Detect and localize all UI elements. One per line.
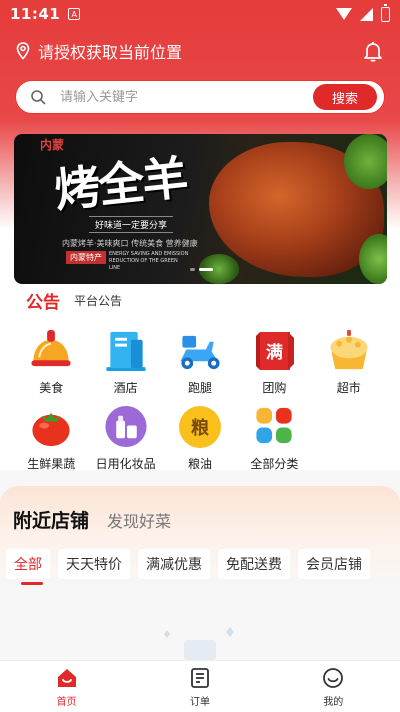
search-icon — [31, 90, 46, 105]
grain-oil-glyph: 粮 — [190, 417, 209, 439]
location-prompt[interactable]: 请授权获取当前位置 — [38, 39, 182, 63]
banner-slogan: 好味道一定要分享 — [89, 216, 174, 233]
notification-icon: A — [68, 8, 81, 20]
category-grid: 美食 酒店 跑腿 满 团购 超市 生鲜果蔬 日用化妆品 粮 粮油 全部分类 — [14, 328, 386, 472]
banner-seal: 内蒙特产 — [66, 251, 106, 264]
tab-label: 我的 — [323, 697, 344, 708]
cosmetics-icon — [105, 405, 147, 448]
tab-home[interactable]: 首页 — [0, 661, 133, 712]
nearby-tabs: 附近店铺 发现好菜 — [13, 506, 171, 533]
location-pin-icon[interactable] — [16, 42, 30, 60]
store-filter-row: 全部 天天特价 满减优惠 免配送费 会员店铺 — [6, 549, 370, 585]
grain-oil-icon: 粮 — [176, 404, 224, 449]
tab-nearby-stores[interactable]: 附近店铺 — [13, 506, 89, 533]
category-hotel[interactable]: 酒店 — [88, 328, 162, 396]
hotel-icon — [106, 331, 146, 372]
wifi-icon — [336, 8, 352, 20]
banner-dot-active[interactable] — [199, 268, 213, 271]
category-fresh-produce[interactable]: 生鲜果蔬 — [14, 404, 88, 472]
profile-icon — [323, 668, 344, 688]
category-group-buy[interactable]: 满 团购 — [237, 328, 311, 396]
empty-state-illustration — [164, 627, 234, 660]
search-bar: 搜索 — [15, 80, 385, 114]
status-icons — [336, 3, 390, 22]
status-bar: 11:41 A — [0, 0, 400, 28]
filter-all[interactable]: 全部 — [6, 549, 50, 585]
order-icon — [191, 668, 209, 688]
status-time: 11:41 — [10, 5, 61, 23]
category-label: 超市 — [336, 381, 361, 395]
notice-bar[interactable]: 公告 平台公告 — [26, 288, 122, 313]
location-bar: 请授权获取当前位置 — [0, 34, 400, 68]
nearby-stores-section: 附近店铺 发现好菜 全部 天天特价 满减优惠 免配送费 会员店铺 — [0, 486, 400, 660]
promo-banner[interactable]: 内蒙 烤全羊 好味道一定要分享 内蒙烤羊·美味爽口 传统美食 营养健康 内蒙特产… — [14, 134, 387, 284]
notice-text[interactable]: 平台公告 — [74, 292, 122, 309]
category-grain-oil[interactable]: 粮 粮油 — [163, 404, 237, 472]
group-buy-glyph: 满 — [265, 343, 283, 363]
search-input[interactable] — [60, 89, 290, 105]
category-errand[interactable]: 跑腿 — [163, 328, 237, 396]
tab-discover-dishes[interactable]: 发现好菜 — [107, 508, 171, 532]
tab-label: 订单 — [189, 697, 210, 708]
category-label: 跑腿 — [187, 381, 212, 395]
category-label: 团购 — [262, 381, 287, 395]
tab-label: 首页 — [56, 697, 77, 708]
filter-free-delivery[interactable]: 免配送费 — [218, 549, 290, 579]
category-all[interactable]: 全部分类 — [237, 404, 311, 472]
banner-dot[interactable] — [190, 268, 195, 271]
tab-orders[interactable]: 订单 — [133, 661, 266, 712]
delivery-scooter-icon — [180, 335, 220, 370]
battery-icon — [381, 3, 390, 22]
category-label: 美食 — [39, 381, 64, 395]
filter-discount[interactable]: 满减优惠 — [138, 549, 210, 579]
tomato-icon — [32, 412, 70, 447]
category-label: 酒店 — [113, 381, 138, 395]
category-food[interactable]: 美食 — [14, 328, 88, 396]
banner-tag: 内蒙 — [40, 138, 65, 152]
banner-pagination — [190, 268, 213, 271]
search-button[interactable]: 搜索 — [313, 84, 377, 110]
filter-daily-special[interactable]: 天天特价 — [58, 549, 130, 579]
banner-title: 烤全羊 — [51, 150, 189, 218]
category-cosmetics[interactable]: 日用化妆品 — [88, 404, 162, 472]
supermarket-icon — [330, 329, 368, 370]
notice-title: 公告 — [26, 292, 60, 313]
bell-icon[interactable] — [362, 40, 384, 62]
category-label: 全部分类 — [250, 457, 299, 471]
banner-leaf-decoration — [359, 234, 387, 284]
all-categories-icon — [256, 407, 292, 444]
banner-leaf-decoration — [344, 134, 387, 189]
group-buy-icon: 满 — [250, 328, 298, 373]
banner-english-text: ENERGY SAVING AND EMISSION REDUCTION OF … — [109, 251, 189, 271]
signal-icon — [360, 7, 373, 21]
tab-profile[interactable]: 我的 — [267, 661, 400, 712]
category-label: 粮油 — [187, 457, 212, 471]
category-supermarket[interactable]: 超市 — [312, 328, 386, 396]
banner-description: 内蒙烤羊·美味爽口 传统美食 营养健康 — [62, 239, 198, 248]
category-label: 日用化妆品 — [95, 457, 156, 471]
category-label: 生鲜果蔬 — [27, 457, 76, 471]
filter-member-stores[interactable]: 会员店铺 — [298, 549, 370, 579]
food-icon — [31, 329, 71, 367]
bottom-tab-bar: 首页 订单 我的 — [0, 660, 400, 712]
home-icon — [57, 669, 76, 687]
